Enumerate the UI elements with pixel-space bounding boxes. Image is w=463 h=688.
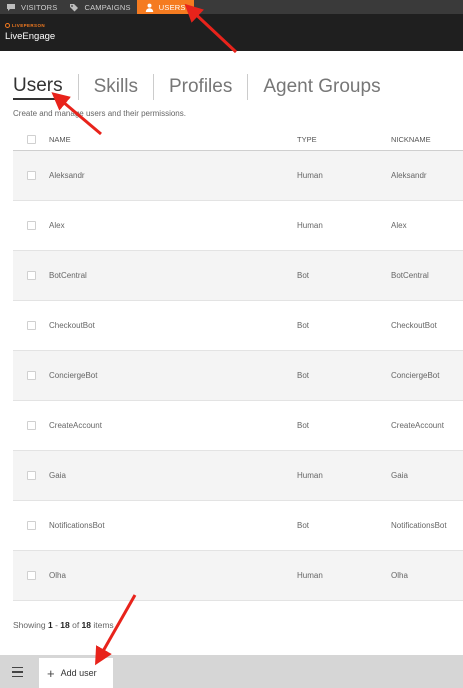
plus-icon: + [47, 665, 55, 681]
user-nickname: BotCentral [391, 271, 429, 280]
column-header-nickname[interactable]: NICKNAME [391, 135, 463, 144]
tab-divider [247, 74, 249, 100]
brand-bar: LIVEPERSON LiveEngage [0, 14, 463, 51]
nav-users[interactable]: USERS [136, 0, 194, 14]
table-row[interactable]: Alex Human Alex [13, 201, 463, 251]
column-header-type[interactable]: TYPE [297, 135, 391, 144]
row-checkbox[interactable] [26, 321, 36, 330]
table-header: NAME TYPE NICKNAME [13, 128, 463, 151]
tab-profiles[interactable]: Profiles [169, 76, 232, 98]
user-nickname: NotificationsBot [391, 521, 447, 530]
pagination-to: 18 [60, 620, 70, 630]
row-checkbox[interactable] [26, 271, 36, 280]
user-name: Olha [49, 571, 66, 580]
user-nickname: Alex [391, 221, 407, 230]
hamburger-menu-icon[interactable] [12, 667, 23, 677]
table-row[interactable]: CheckoutBot Bot CheckoutBot [13, 301, 463, 351]
user-name: ConciergeBot [49, 371, 98, 380]
tag-icon [70, 3, 79, 11]
table-row[interactable]: Aleksandr Human Aleksandr [13, 151, 463, 201]
user-name: CheckoutBot [49, 321, 95, 330]
user-nickname: Aleksandr [391, 171, 427, 180]
user-nickname: CreateAccount [391, 421, 444, 430]
select-all-checkbox[interactable] [26, 134, 36, 144]
tab-divider [152, 74, 154, 100]
nav-visitors-label: VISITORS [21, 2, 58, 12]
user-type: Bot [297, 521, 310, 530]
row-checkbox[interactable] [26, 471, 36, 480]
nav-campaigns[interactable]: CAMPAIGNS [63, 0, 136, 14]
row-checkbox[interactable] [26, 221, 36, 230]
brand-name: LiveEngage [5, 31, 56, 42]
user-name: BotCentral [49, 271, 87, 280]
pagination-suffix: items [91, 620, 114, 630]
user-nickname: Gaia [391, 471, 408, 480]
chat-bubble-icon [7, 3, 15, 11]
user-type: Bot [297, 271, 310, 280]
user-type: Human [297, 471, 323, 480]
page-description: Create and manage users and their permis… [13, 109, 186, 118]
brand-small-label: LIVEPERSON [12, 23, 46, 28]
table-row[interactable]: CreateAccount Bot CreateAccount [13, 401, 463, 451]
top-nav: VISITORS CAMPAIGNS USERS [0, 0, 463, 14]
add-user-label: Add user [60, 668, 97, 678]
user-type: Human [297, 571, 323, 580]
table-row[interactable]: BotCentral Bot BotCentral [13, 251, 463, 301]
user-name: Gaia [49, 471, 66, 480]
user-name: NotificationsBot [49, 521, 105, 530]
users-table: NAME TYPE NICKNAME Aleksandr Human Aleks… [13, 128, 463, 601]
pagination-total: 18 [81, 620, 92, 630]
user-nickname: ConciergeBot [391, 371, 440, 380]
user-nickname: CheckoutBot [391, 321, 437, 330]
user-name: Alex [49, 221, 65, 230]
user-type: Human [297, 171, 323, 180]
tab-users[interactable]: Users [13, 75, 63, 100]
user-nickname: Olha [391, 571, 408, 580]
nav-users-label: USERS [158, 2, 186, 12]
user-name: Aleksandr [49, 171, 85, 180]
row-checkbox[interactable] [26, 421, 36, 430]
tab-divider [77, 74, 79, 100]
table-row[interactable]: Olha Human Olha [13, 551, 463, 601]
user-type: Bot [297, 421, 310, 430]
table-row[interactable]: NotificationsBot Bot NotificationsBot [13, 501, 463, 551]
add-user-button[interactable]: + Add user [39, 658, 113, 688]
row-checkbox[interactable] [26, 171, 36, 180]
liveperson-logo-icon [5, 23, 10, 28]
row-checkbox[interactable] [26, 571, 36, 580]
user-name: CreateAccount [49, 421, 102, 430]
user-icon [145, 3, 153, 12]
user-type: Human [297, 221, 323, 230]
tab-skills[interactable]: Skills [94, 76, 138, 98]
table-row[interactable]: Gaia Human Gaia [13, 451, 463, 501]
pagination-summary: Showing 1 - 18 of 18 items [13, 620, 114, 630]
row-checkbox[interactable] [26, 521, 36, 530]
nav-visitors[interactable]: VISITORS [0, 0, 63, 14]
tab-agent-groups[interactable]: Agent Groups [263, 76, 380, 98]
nav-campaigns-label: CAMPAIGNS [84, 2, 131, 12]
user-type: Bot [297, 321, 310, 330]
pagination-prefix: Showing [13, 620, 48, 630]
row-checkbox[interactable] [26, 371, 36, 380]
pagination-of: of [69, 620, 82, 630]
user-type: Bot [297, 371, 310, 380]
column-header-name[interactable]: NAME [49, 135, 297, 144]
brand-logo: LIVEPERSON [5, 23, 45, 28]
section-tabs: Users Skills Profiles Agent Groups [13, 72, 381, 102]
table-row[interactable]: ConciergeBot Bot ConciergeBot [13, 351, 463, 401]
